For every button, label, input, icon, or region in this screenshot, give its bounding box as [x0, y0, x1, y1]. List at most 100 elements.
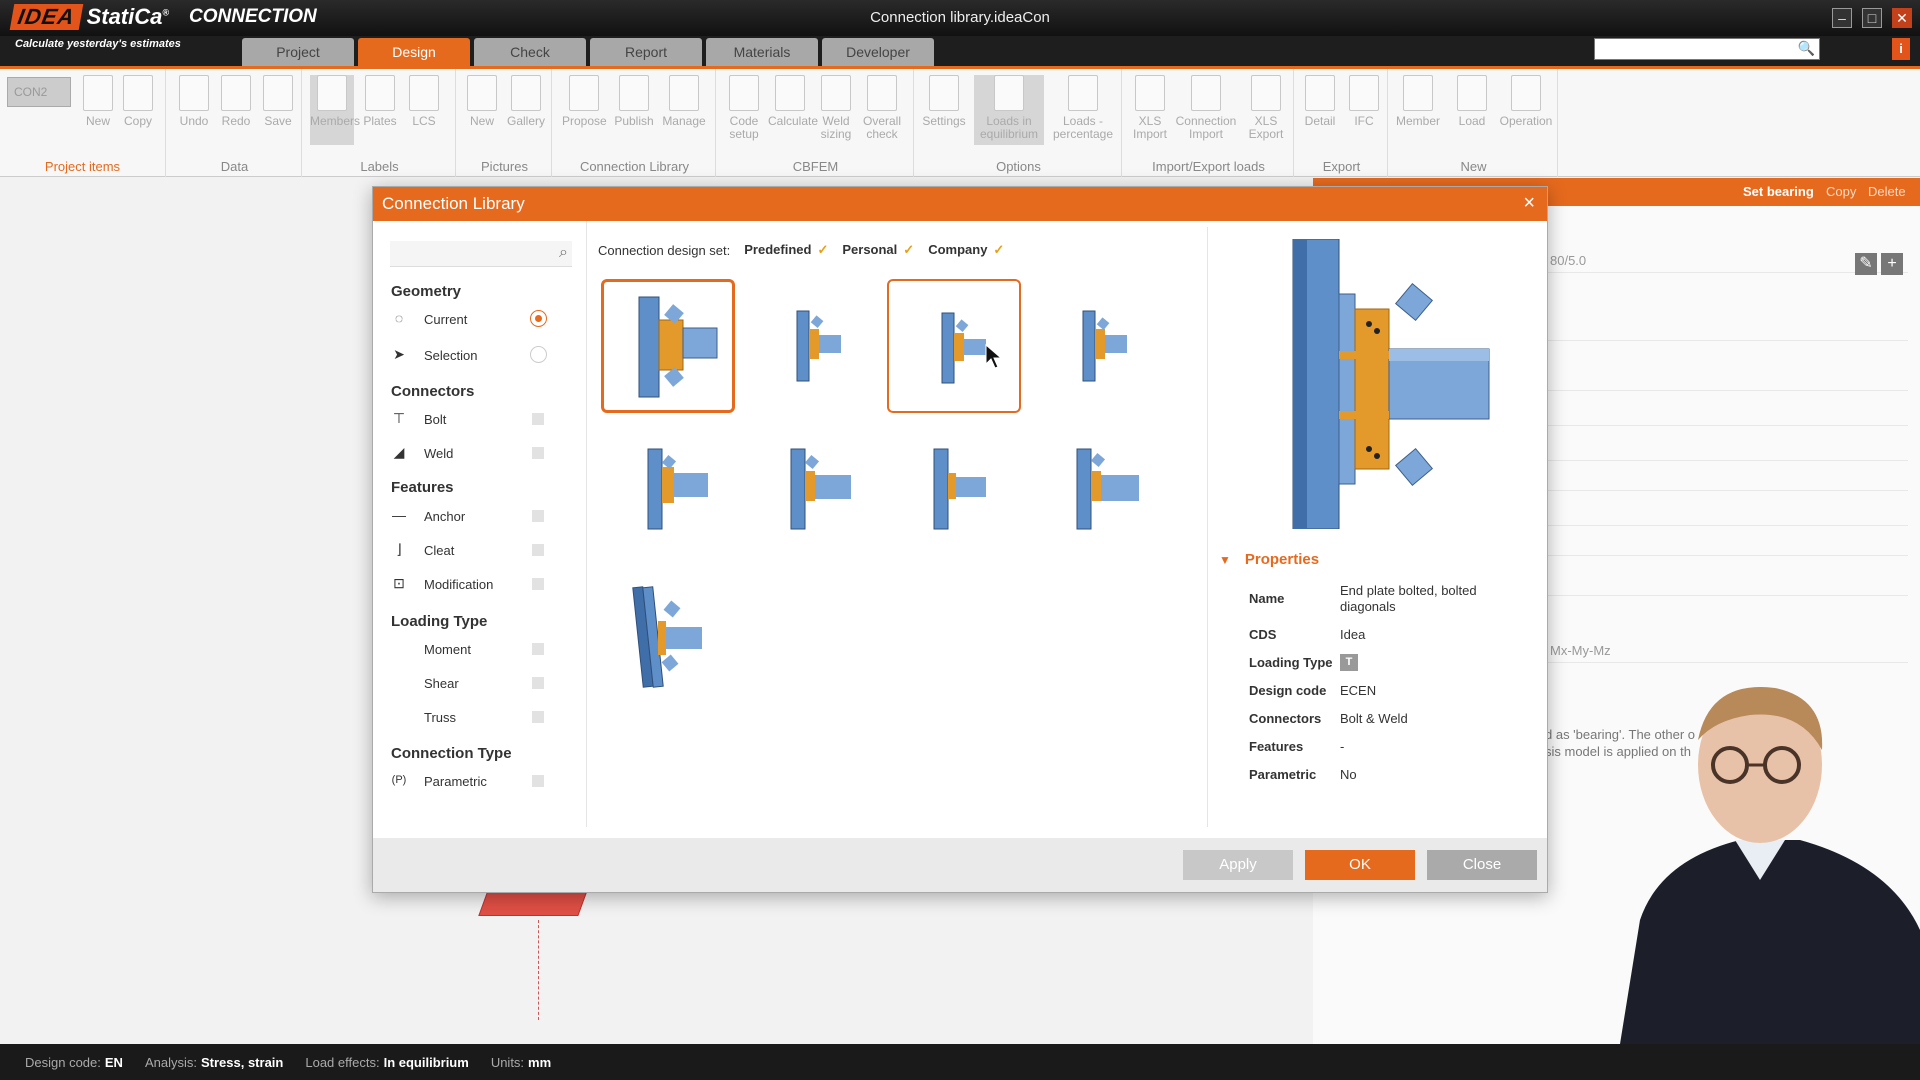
- property-field[interactable]: [1548, 441, 1908, 461]
- new-member-button[interactable]: Member: [1396, 75, 1440, 145]
- property-field[interactable]: Mx-My-Mz: [1548, 643, 1908, 663]
- property-field[interactable]: 80/5.0: [1548, 253, 1908, 273]
- design-set-bar: Connection design set: Predefined ✓ Perso…: [598, 242, 1004, 258]
- filter-loading-truss[interactable]: Truss: [391, 707, 571, 729]
- calculate-button[interactable]: Calculate: [768, 75, 818, 145]
- filter-feature-modification[interactable]: ⊡ Modification: [391, 574, 571, 596]
- library-search-input[interactable]: ⌕: [390, 241, 572, 267]
- property-field[interactable]: [1548, 536, 1908, 556]
- new-picture-button[interactable]: New: [460, 75, 504, 145]
- property-field[interactable]: [1548, 406, 1908, 426]
- global-search-input[interactable]: 🔍: [1594, 38, 1820, 60]
- current-radio[interactable]: [530, 310, 547, 327]
- template-thumbnail[interactable]: [744, 421, 878, 555]
- weld-sizing-button[interactable]: Weld sizing: [814, 75, 858, 145]
- manage-button[interactable]: Manage: [662, 75, 706, 145]
- loads-percentage-button[interactable]: Loads - percentage: [1050, 75, 1116, 145]
- filter-loading-moment[interactable]: Moment: [391, 639, 571, 661]
- new-load-button[interactable]: Load: [1450, 75, 1494, 145]
- delete-operation-button[interactable]: Delete: [1868, 184, 1906, 199]
- copy-operation-button[interactable]: Copy: [1826, 184, 1856, 199]
- gallery-button[interactable]: Gallery: [504, 75, 548, 145]
- cleat-checkbox[interactable]: [532, 544, 544, 556]
- filter-connection-parametric[interactable]: (P) Parametric: [391, 771, 571, 793]
- tab-report[interactable]: Report: [590, 38, 702, 66]
- template-thumbnail[interactable]: [1030, 279, 1164, 413]
- weld-checkbox[interactable]: [532, 447, 544, 459]
- property-field[interactable]: [1548, 471, 1908, 491]
- save-button[interactable]: Save: [256, 75, 300, 145]
- property-field[interactable]: [1548, 371, 1908, 391]
- settings-button[interactable]: Settings: [922, 75, 966, 145]
- apply-button[interactable]: Apply: [1183, 850, 1293, 880]
- template-thumbnail[interactable]: [1030, 421, 1164, 555]
- new-operation-button[interactable]: Operation: [1498, 75, 1554, 145]
- redo-button[interactable]: Redo: [214, 75, 258, 145]
- plates-label-button[interactable]: Plates: [358, 75, 402, 145]
- code-setup-button[interactable]: Code setup: [722, 75, 766, 145]
- connection-import-button[interactable]: Connection Import: [1174, 75, 1238, 145]
- selection-radio[interactable]: [530, 346, 547, 363]
- ifc-button[interactable]: IFC: [1342, 75, 1386, 145]
- design-set-personal[interactable]: Personal ✓: [842, 242, 914, 258]
- prop-parametric-value: No: [1340, 767, 1357, 782]
- add-icon[interactable]: +: [1881, 253, 1903, 275]
- filter-geometry-current[interactable]: ◌ Current: [391, 309, 571, 331]
- overall-check-button[interactable]: Overall check: [860, 75, 904, 145]
- filter-feature-anchor[interactable]: — Anchor: [391, 506, 571, 528]
- properties-header[interactable]: ▼ Properties: [1219, 551, 1319, 568]
- filter-connector-weld[interactable]: ◢ Weld: [391, 443, 571, 465]
- property-field[interactable]: [1548, 321, 1908, 341]
- moment-checkbox[interactable]: [532, 643, 544, 655]
- shear-checkbox[interactable]: [532, 677, 544, 689]
- filter-loading-shear[interactable]: Shear: [391, 673, 571, 695]
- ribbon-group-label: Export: [1322, 159, 1361, 174]
- set-bearing-button[interactable]: Set bearing: [1743, 184, 1814, 199]
- xls-export-button[interactable]: XLS Export: [1244, 75, 1288, 145]
- connection-selector[interactable]: CON2: [7, 77, 71, 107]
- template-thumbnail[interactable]: [601, 567, 735, 701]
- design-set-predefined[interactable]: Predefined ✓: [744, 242, 828, 258]
- detail-button[interactable]: Detail: [1298, 75, 1342, 145]
- tab-check[interactable]: Check: [474, 38, 586, 66]
- maximize-button[interactable]: □: [1862, 8, 1882, 28]
- tab-developer[interactable]: Developer: [822, 38, 934, 66]
- filter-feature-cleat[interactable]: ⌋ Cleat: [391, 540, 571, 562]
- new-item-button[interactable]: New: [76, 75, 120, 145]
- parametric-checkbox[interactable]: [532, 775, 544, 787]
- copy-item-button[interactable]: Copy: [116, 75, 160, 145]
- close-button[interactable]: Close: [1427, 850, 1537, 880]
- ok-button[interactable]: OK: [1305, 850, 1415, 880]
- tab-design[interactable]: Design: [358, 38, 470, 66]
- modification-checkbox[interactable]: [532, 578, 544, 590]
- ribbon-group-label: Data: [220, 159, 249, 174]
- filter-connector-bolt[interactable]: ⊤ Bolt: [391, 409, 571, 431]
- template-thumbnail[interactable]: [744, 279, 878, 413]
- collapse-icon: ▼: [1219, 553, 1231, 567]
- info-icon[interactable]: i: [1892, 38, 1910, 60]
- publish-button[interactable]: Publish: [612, 75, 656, 145]
- dialog-close-icon[interactable]: ×: [1523, 193, 1535, 213]
- property-field[interactable]: [1548, 506, 1908, 526]
- anchor-checkbox[interactable]: [532, 510, 544, 522]
- tab-materials[interactable]: Materials: [706, 38, 818, 66]
- prop-design-code-value: ECEN: [1340, 683, 1377, 698]
- lcs-label-button[interactable]: LCS: [402, 75, 446, 145]
- members-label-button[interactable]: Members: [310, 75, 360, 145]
- template-thumbnail[interactable]: [601, 279, 735, 413]
- filter-geometry-selection[interactable]: ➤ Selection: [391, 345, 571, 367]
- template-thumbnail[interactable]: [887, 421, 1021, 555]
- close-window-button[interactable]: ✕: [1892, 8, 1912, 28]
- bolt-checkbox[interactable]: [532, 413, 544, 425]
- loads-in-equilibrium-button[interactable]: Loads in equilibrium: [974, 75, 1044, 145]
- xls-import-button[interactable]: XLS Import: [1128, 75, 1172, 145]
- undo-button[interactable]: Undo: [172, 75, 216, 145]
- truss-checkbox[interactable]: [532, 711, 544, 723]
- propose-button[interactable]: Propose: [562, 75, 607, 145]
- edit-icon[interactable]: ✎: [1855, 253, 1877, 275]
- design-set-company[interactable]: Company ✓: [928, 242, 1004, 258]
- tab-project[interactable]: Project: [242, 38, 354, 66]
- template-thumbnail[interactable]: [601, 421, 735, 555]
- minimize-button[interactable]: –: [1832, 8, 1852, 28]
- property-field[interactable]: [1548, 576, 1908, 596]
